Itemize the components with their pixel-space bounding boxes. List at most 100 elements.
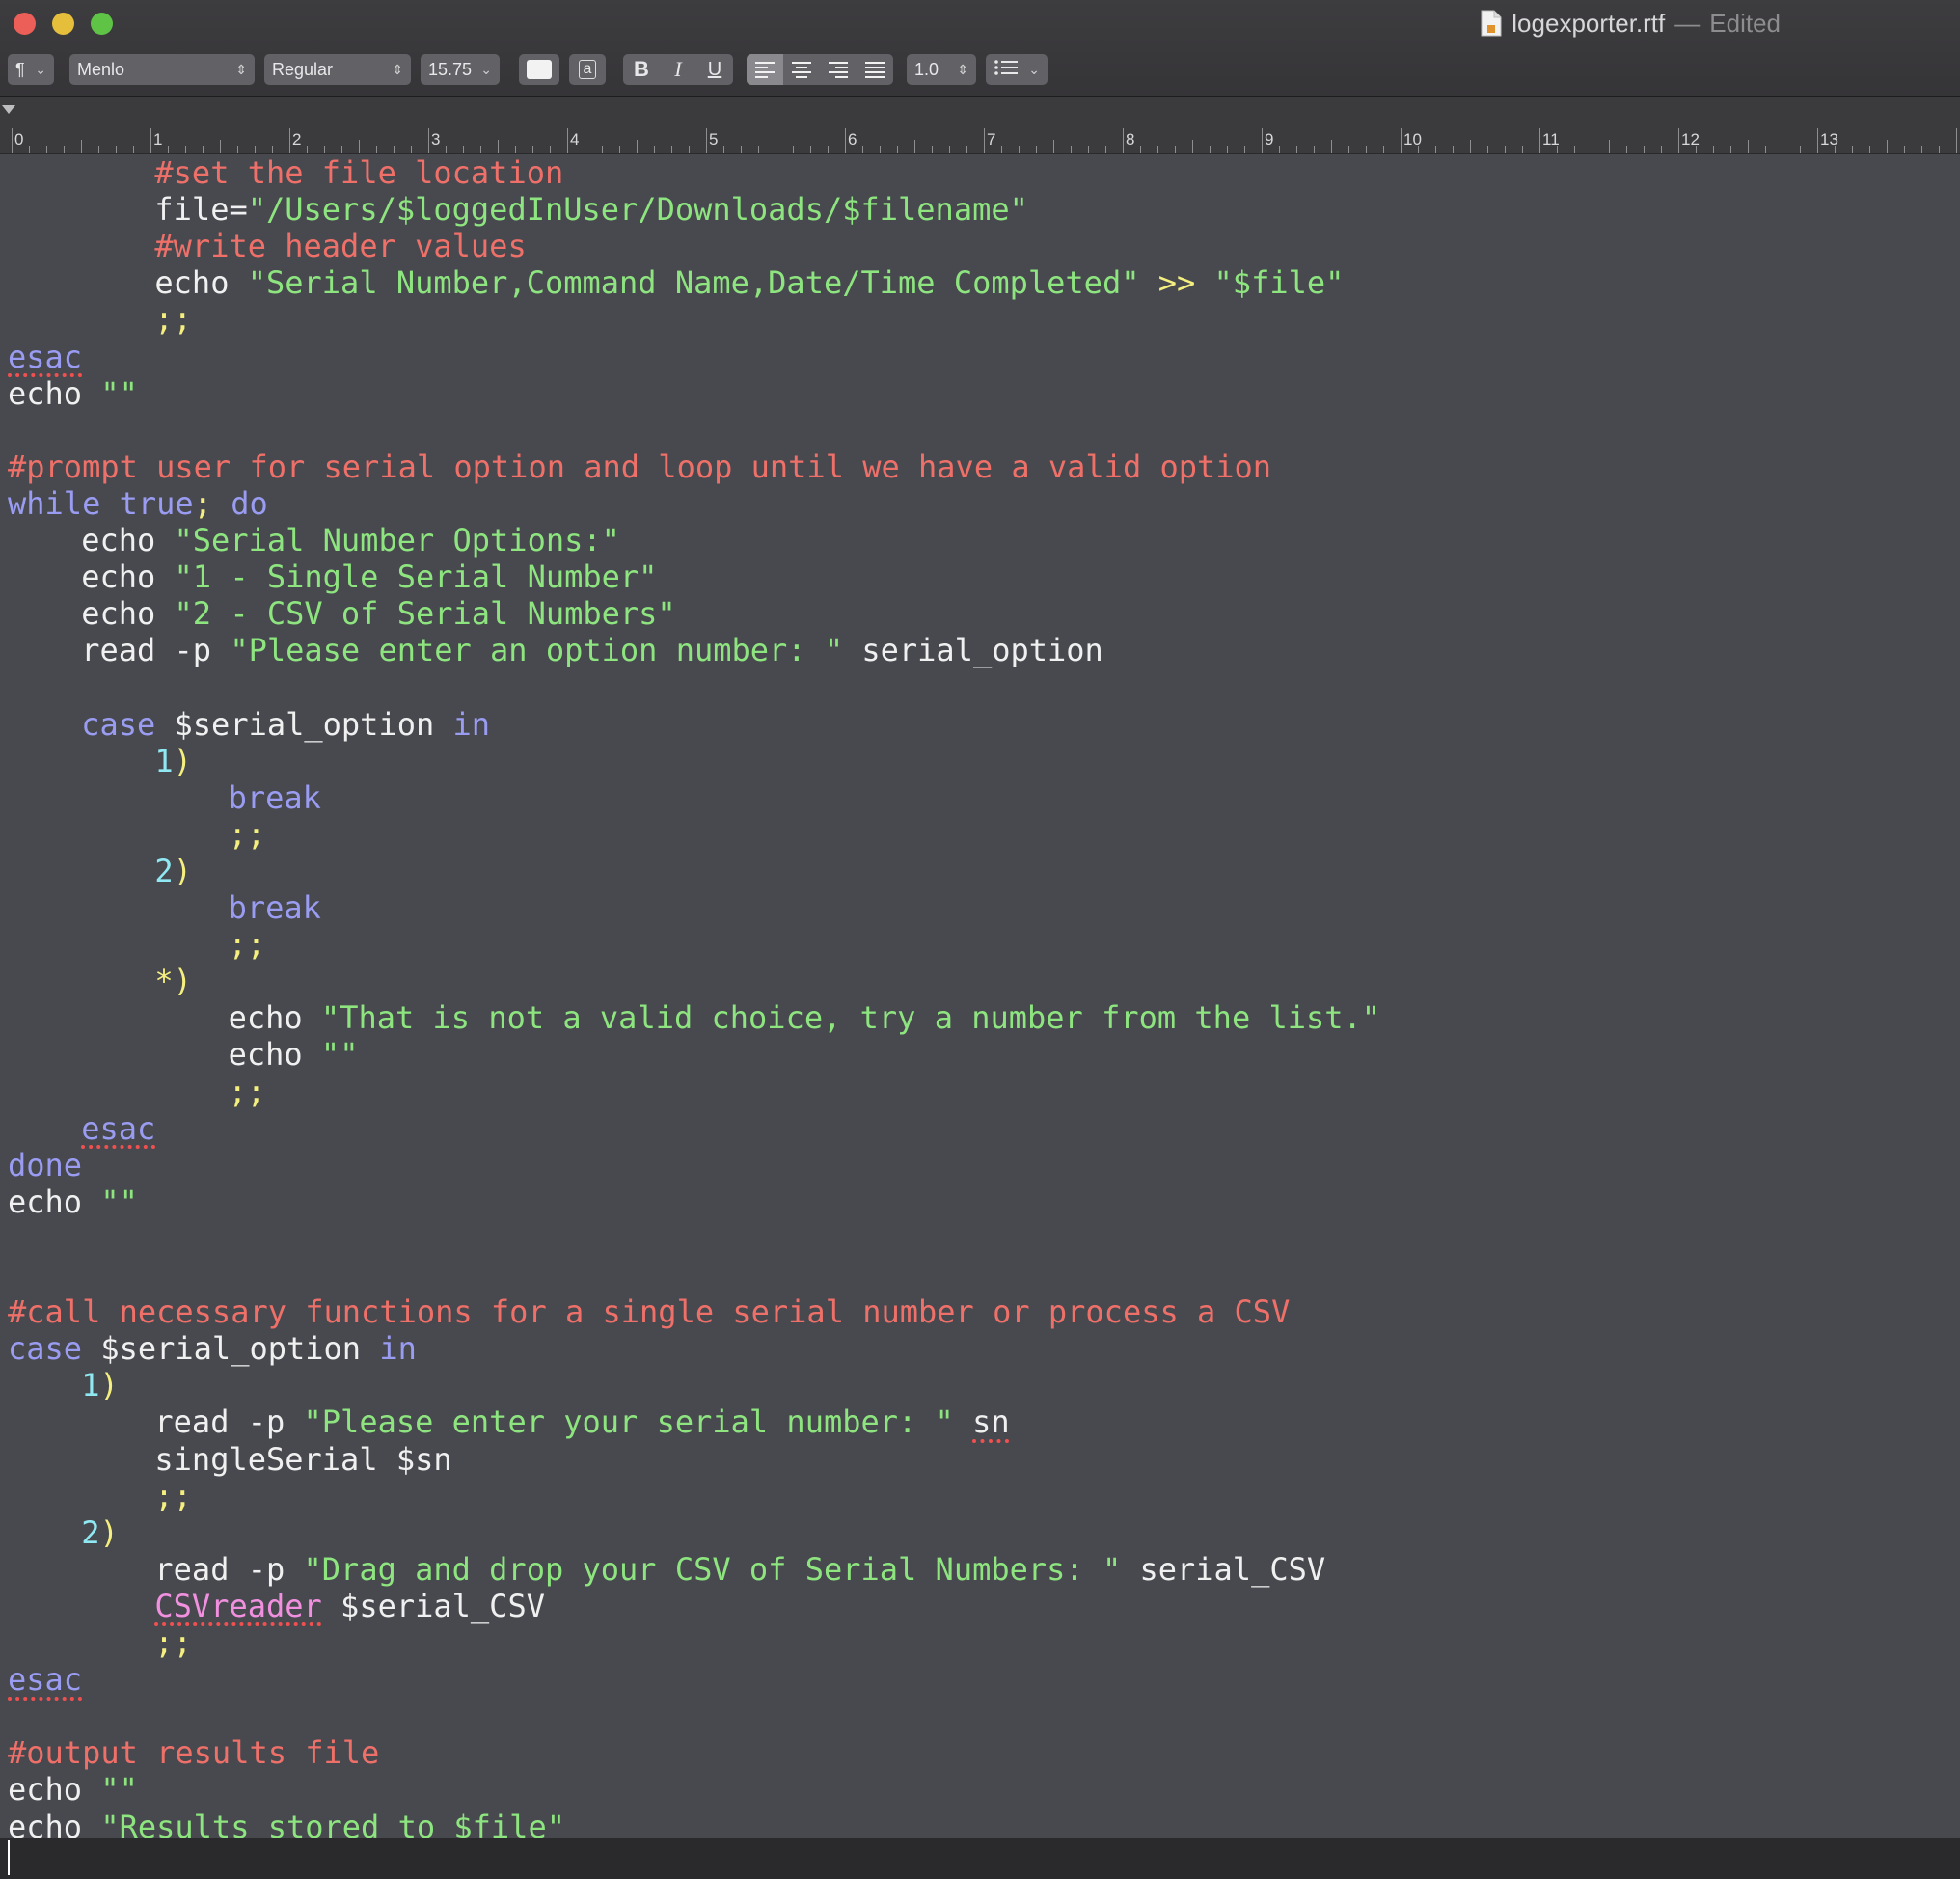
- ruler-number: 0: [14, 130, 24, 149]
- code-token: singleSerial $sn: [154, 1440, 452, 1478]
- ruler-tick: [480, 146, 481, 153]
- align-left-button[interactable]: [747, 54, 783, 85]
- code-token: 2: [154, 852, 174, 889]
- code-line: esac: [8, 339, 82, 375]
- code-token: in: [452, 705, 491, 743]
- chevron-down-icon: ⌄: [35, 61, 46, 77]
- code-line: echo "Serial Number Options:": [81, 522, 620, 558]
- ruler-tick: [862, 146, 863, 153]
- ruler-number: 5: [709, 130, 719, 149]
- bold-button[interactable]: B: [623, 54, 660, 85]
- ruler-tick: [1053, 140, 1054, 153]
- ruler-tick: [1036, 146, 1037, 153]
- code-token: "Drag and drop your CSV of Serial Number…: [303, 1550, 1122, 1588]
- ruler-tick: [1348, 146, 1349, 153]
- ruler-tick: [1678, 128, 1679, 153]
- ruler-number: 10: [1403, 130, 1422, 149]
- chevron-down-icon: ⌄: [1028, 61, 1040, 77]
- code-line: case $serial_option in: [8, 1330, 417, 1367]
- line-spacing-value: 1.0: [914, 59, 939, 79]
- ruler-tick: [376, 146, 377, 153]
- code-token: ;;: [154, 1477, 192, 1514]
- ruler-tick: [428, 128, 429, 153]
- ruler-tick: [1244, 146, 1245, 153]
- ruler-tick: [359, 140, 360, 153]
- tab-stop-marker-icon[interactable]: [2, 105, 15, 114]
- code-token: done: [8, 1146, 83, 1184]
- code-token: sn: [972, 1403, 1010, 1441]
- code-line: echo "": [8, 1771, 138, 1808]
- text-color-well[interactable]: [519, 54, 559, 85]
- code-token: >>: [1139, 264, 1214, 302]
- code-token: "": [100, 374, 138, 412]
- ruler-number: 9: [1265, 130, 1274, 149]
- code-line: ;;: [229, 1074, 266, 1110]
- document-filename: logexporter.rtf: [1511, 8, 1666, 38]
- ruler-tick: [1227, 146, 1228, 153]
- code-line: while true; do: [8, 485, 268, 522]
- close-window-button[interactable]: [14, 13, 36, 35]
- code-line: ;;: [154, 301, 192, 338]
- code-token: echo: [228, 999, 321, 1037]
- text-editor[interactable]: #set the file location file="/Users/$logg…: [0, 154, 1960, 1838]
- code-line: #output results file: [8, 1734, 379, 1771]
- ruler-tick: [1661, 146, 1662, 153]
- ruler-number: 11: [1542, 130, 1560, 149]
- ruler-tick: [324, 146, 325, 153]
- ruler-tick: [897, 146, 898, 153]
- code-token: "Serial Number,Command Name,Date/Time Co…: [247, 264, 1140, 302]
- paragraph-style-popup[interactable]: ¶ ⌄: [8, 54, 54, 85]
- highlight-label: a: [578, 60, 597, 79]
- font-style-popup[interactable]: Regular ⇕: [264, 54, 411, 85]
- ruler-tick: [1765, 146, 1766, 153]
- text-style-group: B I U: [623, 54, 733, 85]
- ruler-tick: [394, 146, 395, 153]
- code-line: #set the file location: [154, 154, 563, 191]
- ruler-tick: [654, 146, 655, 153]
- ruler-tick: [289, 128, 290, 153]
- paragraph-icon: ¶: [15, 59, 25, 79]
- ruler-tick: [1157, 146, 1158, 153]
- italic-button[interactable]: I: [660, 54, 696, 85]
- code-token: ): [99, 1367, 119, 1404]
- ruler[interactable]: 0 1 2 3 4 5 6 7 8 9 10 11 12 13: [0, 97, 1960, 154]
- code-token: ;;: [154, 301, 192, 339]
- code-token: "$file": [1213, 264, 1345, 302]
- ruler-tick: [1921, 146, 1922, 153]
- justify-button[interactable]: [857, 54, 893, 85]
- ruler-tick: [116, 146, 117, 153]
- code-token: "": [100, 1771, 138, 1809]
- underline-button[interactable]: U: [696, 54, 733, 85]
- line-spacing-popup[interactable]: 1.0 ⇕: [907, 54, 976, 85]
- ruler-tick: [1123, 128, 1124, 153]
- code-line: 1): [81, 1367, 119, 1403]
- code-token: "": [100, 1183, 138, 1220]
- zoom-window-button[interactable]: [91, 13, 113, 35]
- ruler-tick: [932, 146, 933, 153]
- code-token: echo: [8, 1771, 101, 1809]
- code-line: echo "Serial Number,Command Name,Date/Ti…: [154, 264, 1344, 301]
- align-center-button[interactable]: [783, 54, 820, 85]
- font-size-combo[interactable]: 15.75 ⌄: [421, 54, 500, 85]
- ruler-tick: [567, 128, 568, 153]
- ruler-tick: [133, 146, 134, 153]
- minimize-window-button[interactable]: [52, 13, 74, 35]
- ruler-tick: [1487, 146, 1488, 153]
- ruler-tick: [550, 146, 551, 153]
- align-right-button[interactable]: [820, 54, 857, 85]
- code-line: #write header values: [154, 228, 526, 264]
- ruler-tick: [463, 146, 464, 153]
- code-token: read -p: [81, 632, 231, 669]
- ruler-tick: [1088, 146, 1089, 153]
- ruler-tick: [1001, 146, 1002, 153]
- ruler-tick: [793, 146, 794, 153]
- code-token: "That is not a valid choice, try a numbe…: [320, 999, 1381, 1037]
- highlight-color-well[interactable]: a: [569, 54, 606, 85]
- font-family-popup[interactable]: Menlo ⇕: [69, 54, 255, 85]
- list-style-popup[interactable]: ⌄: [986, 54, 1048, 85]
- ruler-tick: [689, 146, 690, 153]
- code-token: "1 - Single Serial Number": [174, 558, 658, 596]
- code-line: case $serial_option in: [81, 706, 490, 743]
- ruler-tick: [1626, 146, 1627, 153]
- ruler-number: 6: [848, 130, 858, 149]
